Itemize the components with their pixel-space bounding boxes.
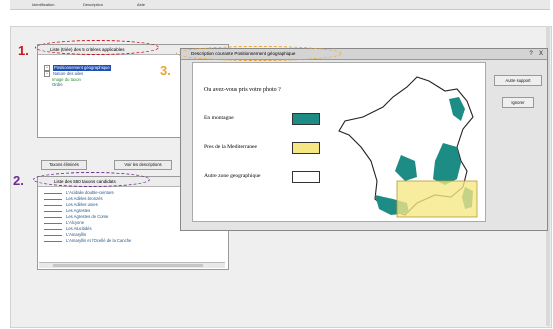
option-swatch-mountain[interactable] [292, 113, 320, 125]
option-label-mediterranean: Pres de la Mediterranee [204, 144, 257, 150]
menu-identification[interactable]: Identification [32, 2, 54, 7]
question-panel: Ou avez-vous pris votre photo ? En monta… [192, 62, 486, 222]
menu-help[interactable]: Aide [137, 2, 145, 7]
tree-item-label: Positionnement géographique [53, 65, 111, 71]
annotation-oval-1 [35, 40, 159, 55]
mediterranean-zone [396, 180, 478, 218]
screenshot-frame: Identification Description Aide Liste (t… [0, 0, 553, 329]
scrollbar-thumb[interactable] [53, 264, 203, 267]
option-swatch-mediterranean[interactable] [292, 142, 320, 154]
menu-description[interactable]: Description [83, 2, 103, 7]
france-map[interactable] [335, 69, 483, 219]
close-icon[interactable]: X [537, 50, 545, 58]
criteria-tree: + Positionnement géographique + Nature d… [44, 65, 111, 88]
tree-item-order[interactable]: Ordre [44, 82, 111, 87]
option-label-other: Autre zone geographique [204, 173, 261, 179]
menu-bar: Identification Description Aide [10, 0, 550, 10]
candidates-list: L'Acidalie double-ceinture Les Adèles br… [44, 190, 131, 244]
ignore-button[interactable]: Ignorer [502, 97, 534, 108]
horizontal-scrollbar[interactable] [39, 262, 225, 268]
annotation-number-2: 2. [13, 173, 24, 188]
list-item[interactable]: L'Amaryllis et l'Ocellé de la Canche [44, 238, 131, 244]
tree-item-geographic[interactable]: + Positionnement géographique [44, 65, 111, 71]
tree-item-label: Nature des ailes [53, 71, 84, 77]
other-support-button[interactable]: Autre support [494, 75, 542, 86]
option-swatch-other[interactable] [292, 171, 320, 183]
see-descriptions-button[interactable]: Voir les descriptions [114, 160, 172, 170]
question-text: Ou avez-vous pris votre photo ? [204, 87, 281, 93]
option-label-mountain: En montagne [204, 115, 234, 121]
annotation-number-1: 1. [18, 43, 29, 58]
help-icon[interactable]: ? [527, 50, 535, 58]
tree-item-label: Ordre [52, 82, 63, 88]
removed-taxa-button[interactable]: Taxons éliminés [41, 160, 87, 170]
annotation-oval-2 [33, 172, 150, 187]
expand-icon[interactable]: + [44, 71, 50, 77]
annotation-oval-3 [176, 46, 342, 61]
annotation-number-3: 3. [160, 63, 171, 78]
